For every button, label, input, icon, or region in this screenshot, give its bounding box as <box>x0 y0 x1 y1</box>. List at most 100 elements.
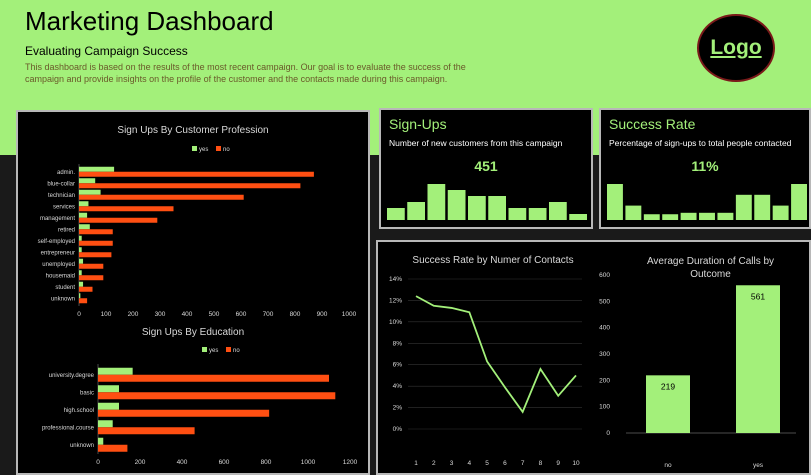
bar-yes <box>79 212 88 218</box>
spark-bar <box>427 184 446 220</box>
bar-no <box>79 263 104 269</box>
x-tick-label: 3 <box>450 460 454 467</box>
spark-bar <box>625 205 642 220</box>
spark-bar <box>607 184 623 220</box>
spark-bar <box>468 196 486 220</box>
spark-bar <box>508 208 527 220</box>
legend-swatch-no <box>216 146 221 151</box>
legend-swatch-no <box>226 347 231 352</box>
bar-yes <box>79 178 96 184</box>
legend-label-yes: yes <box>209 348 218 354</box>
spark-bar <box>735 194 752 220</box>
bar-yes <box>79 189 101 195</box>
signups-sparkbars <box>387 184 587 220</box>
signups-kpi-card: Sign-Ups Number of new customers from th… <box>379 108 593 229</box>
bar-no <box>98 374 329 382</box>
bar-yes <box>79 235 82 241</box>
y-tick-label: 300 <box>599 351 610 358</box>
left-panel: Sign Ups By Customer Profession yes no adm… <box>16 110 370 475</box>
page-subtitle: Evaluating Campaign Success <box>25 44 188 58</box>
education-chart: yes no university.degree basic high.school pr… <box>42 347 358 466</box>
category-label: no <box>664 462 672 469</box>
right-bottom-panel: Success Rate by Numer of Contacts 0% 2% 4%… <box>376 240 811 475</box>
spark-bar <box>549 202 567 220</box>
bar-yes <box>79 166 115 172</box>
y-tick-label: 600 <box>599 272 610 279</box>
bar-yes <box>98 437 104 445</box>
category-label: retired <box>58 227 75 233</box>
success-sparkbars <box>607 184 807 220</box>
x-tick-label: 10 <box>572 460 580 467</box>
category-label: management <box>40 216 75 222</box>
bar-no <box>98 427 195 435</box>
spark-bar <box>680 212 697 220</box>
category-label: student <box>55 285 75 291</box>
education-chart-title: Sign Ups By Education <box>141 327 245 338</box>
bar-yes <box>98 420 113 428</box>
success-value: 11% <box>691 158 719 174</box>
bar-yes <box>79 224 90 230</box>
x-tick-label: 400 <box>177 459 188 466</box>
contacts-line-chart: 0% 2% 4% 6% 8% 10% 12% 14% 1 2 3 4 5 6 7 8 9 10 <box>389 276 582 467</box>
x-tick-label: 200 <box>135 459 146 466</box>
legend-swatch-yes <box>192 146 197 151</box>
spark-bar <box>643 214 660 220</box>
x-tick-label: 900 <box>317 311 328 318</box>
spark-bar <box>447 190 466 220</box>
signups-title: Sign-Ups <box>389 116 447 132</box>
x-tick-label: 1000 <box>301 459 316 466</box>
bar-yes <box>79 281 84 287</box>
bar-no <box>79 252 112 258</box>
bar-no <box>79 275 104 281</box>
y-tick-label: 6% <box>393 362 403 369</box>
y-tick-label: 400 <box>599 325 610 332</box>
spark-bar <box>662 214 679 220</box>
x-tick-label: 1200 <box>343 459 358 466</box>
bar-no <box>98 444 128 452</box>
bar-no <box>79 217 158 223</box>
spark-bar <box>569 214 587 220</box>
y-tick-label: 8% <box>393 340 403 347</box>
spark-bar <box>772 205 789 220</box>
spark-bar <box>699 212 715 220</box>
x-tick-label: 8 <box>539 460 543 467</box>
x-tick-label: 200 <box>128 311 139 318</box>
category-label: blue-collar <box>47 181 75 187</box>
category-label: self-employed <box>38 239 75 245</box>
x-tick-label: 100 <box>101 311 112 318</box>
x-tick-label: 600 <box>236 311 247 318</box>
category-label: unknown <box>70 443 94 449</box>
logo-text: Logo <box>710 36 762 59</box>
bar-no <box>79 206 174 212</box>
x-tick-label: 6 <box>503 460 507 467</box>
success-subtitle: Percentage of sign-ups to total people c… <box>609 138 792 148</box>
category-label: yes <box>753 462 764 469</box>
category-label: services <box>53 204 75 210</box>
bar-no <box>79 286 93 292</box>
bar-no <box>98 409 270 417</box>
x-tick-label: 1 <box>414 460 418 467</box>
series-line <box>415 295 577 414</box>
page-description: This dashboard is based on the results o… <box>25 62 466 84</box>
category-label: technician <box>48 193 75 199</box>
y-tick-label: 0% <box>393 426 403 433</box>
profession-chart-title: Sign Ups By Customer Profession <box>117 125 269 136</box>
logo[interactable]: Logo <box>697 14 775 82</box>
bar-no <box>79 183 301 189</box>
legend-label-no: no <box>223 147 230 153</box>
legend-label-no: no <box>233 348 240 354</box>
category-label: entrepreneur <box>41 250 75 256</box>
bar-yes <box>79 247 82 253</box>
spark-bar <box>754 194 771 220</box>
category-label: high.school <box>64 408 94 414</box>
legend-label-yes: yes <box>199 147 208 153</box>
spark-bar <box>488 196 506 220</box>
x-tick-label: 400 <box>182 311 193 318</box>
bar-yes <box>98 385 119 393</box>
bar-yes <box>79 270 82 276</box>
data-label: 561 <box>751 291 765 301</box>
category-label: basic <box>80 390 94 396</box>
bar-no <box>79 171 314 177</box>
success-kpi-card: Success Rate Percentage of sign-ups to t… <box>599 108 811 229</box>
category-label: housemaid <box>46 273 75 279</box>
